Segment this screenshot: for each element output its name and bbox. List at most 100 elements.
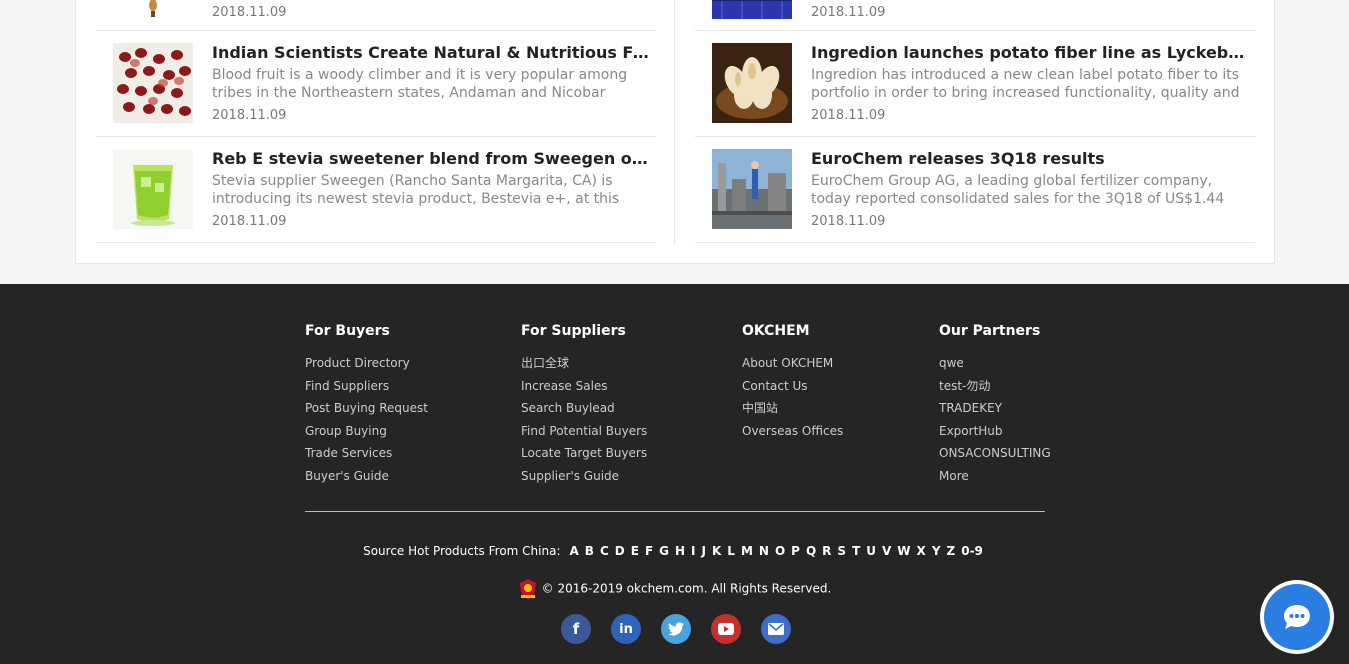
footer-column-suppliers: For Suppliers 出口全球 Increase Sales Search… <box>521 322 647 487</box>
source-products-az: Source Hot Products From China: A B C D E F G H I… <box>0 544 1349 558</box>
footer-link[interactable]: qwe <box>939 352 1051 375</box>
footer-link[interactable]: Find Suppliers <box>305 375 428 398</box>
news-panel: 2018.11.09 Indian Scientists Create Natu… <box>75 0 1275 264</box>
news-description: Ingredion has introduced a new clean lab… <box>811 67 1240 101</box>
news-date: 2018.11.09 <box>811 108 886 123</box>
news-item[interactable]: 2018.11.09 <box>96 0 656 31</box>
footer-link[interactable]: Supplier's Guide <box>521 465 647 488</box>
letter-link[interactable]: O <box>775 544 785 558</box>
footer-link[interactable]: 出口全球 <box>521 352 647 375</box>
letter-link[interactable]: I <box>691 544 695 558</box>
news-item[interactable]: EuroChem releases 3Q18 results EuroChem … <box>695 137 1255 243</box>
news-item[interactable]: Reb E stevia sweetener blend from Sweege… <box>96 137 656 243</box>
news-title[interactable]: Ingredion launches potato fiber line as … <box>811 43 1251 63</box>
footer-column-buyers: For Buyers Product Directory Find Suppli… <box>305 322 428 487</box>
news-date: 2018.11.09 <box>811 5 886 20</box>
letter-link[interactable]: V <box>882 544 891 558</box>
news-date: 2018.11.09 <box>212 214 287 229</box>
footer-link[interactable]: Search Buylead <box>521 397 647 420</box>
news-date: 2018.11.09 <box>212 108 287 123</box>
chat-widget-button[interactable] <box>1260 580 1334 654</box>
footer-heading: For Buyers <box>305 323 390 339</box>
news-date: 2018.11.09 <box>811 214 886 229</box>
footer-heading: For Suppliers <box>521 323 626 339</box>
footer-link[interactable]: Buyer's Guide <box>305 465 428 488</box>
linkedin-icon[interactable]: in <box>611 614 641 644</box>
letter-link[interactable]: S <box>837 544 846 558</box>
news-date: 2018.11.09 <box>212 5 287 20</box>
footer-link[interactable]: TRADEKEY <box>939 397 1051 420</box>
letter-link[interactable]: C <box>600 544 609 558</box>
footer-link[interactable]: test-勿动 <box>939 375 1051 398</box>
letter-link[interactable]: L <box>727 544 735 558</box>
column-divider <box>674 0 675 244</box>
youtube-icon[interactable] <box>711 614 741 644</box>
letter-link[interactable]: U <box>866 544 876 558</box>
footer-column-okchem: OKCHEM About OKCHEM Contact Us 中国站 Overs… <box>742 322 843 442</box>
chat-bubble-icon <box>1264 584 1330 650</box>
footer-link[interactable]: Contact Us <box>742 375 843 398</box>
site-footer: For Buyers Product Directory Find Suppli… <box>0 284 1349 664</box>
news-thumbnail[interactable] <box>712 0 792 19</box>
twitter-icon[interactable] <box>661 614 691 644</box>
letter-link[interactable]: B <box>585 544 594 558</box>
letter-link[interactable]: D <box>615 544 625 558</box>
footer-heading: OKCHEM <box>742 323 810 339</box>
footer-link[interactable]: ONSACONSULTING <box>939 442 1051 465</box>
news-description: Blood fruit is a woody climber and it is… <box>212 67 628 101</box>
footer-link[interactable]: Post Buying Request <box>305 397 428 420</box>
footer-link[interactable]: Find Potential Buyers <box>521 420 647 443</box>
copyright: © 2016-2019 okchem.com. All Rights Reser… <box>0 578 1349 600</box>
footer-link[interactable]: ExportHub <box>939 420 1051 443</box>
letter-link[interactable]: M <box>741 544 753 558</box>
news-column-left: 2018.11.09 Indian Scientists Create Natu… <box>96 0 656 243</box>
letter-link[interactable]: E <box>631 544 639 558</box>
letter-link[interactable]: T <box>852 544 860 558</box>
news-thumbnail[interactable] <box>113 43 193 123</box>
news-description: Stevia supplier Sweegen (Rancho Santa Ma… <box>212 173 620 207</box>
footer-link[interactable]: Product Directory <box>305 352 428 375</box>
police-badge-icon[interactable] <box>518 578 538 600</box>
news-item[interactable]: Ingredion launches potato fiber line as … <box>695 31 1255 137</box>
news-column-right: 2018.11.09 Ingredion launches potato fib… <box>695 0 1255 243</box>
footer-divider <box>305 511 1045 512</box>
letter-link[interactable]: X <box>917 544 926 558</box>
letter-link[interactable]: Y <box>932 544 941 558</box>
news-title[interactable]: EuroChem releases 3Q18 results <box>811 149 1251 169</box>
letter-link[interactable]: R <box>822 544 831 558</box>
letter-link[interactable]: Z <box>947 544 956 558</box>
news-thumbnail[interactable] <box>712 43 792 123</box>
footer-link[interactable]: More <box>939 465 1051 488</box>
news-item[interactable]: Indian Scientists Create Natural & Nutri… <box>96 31 656 137</box>
footer-link[interactable]: Overseas Offices <box>742 420 843 443</box>
letter-link[interactable]: P <box>791 544 800 558</box>
copyright-text: © 2016-2019 okchem.com. All Rights Reser… <box>541 581 832 596</box>
footer-link[interactable]: Locate Target Buyers <box>521 442 647 465</box>
news-item[interactable]: 2018.11.09 <box>695 0 1255 31</box>
facebook-icon[interactable]: f <box>561 614 591 644</box>
letter-link[interactable]: G <box>659 544 669 558</box>
news-title[interactable]: Indian Scientists Create Natural & Nutri… <box>212 43 652 63</box>
letter-index: A B C D E F G H I J K L M N O P Q R S T U V W X Y Z 0-9 <box>567 544 986 558</box>
letter-link[interactable]: H <box>675 544 685 558</box>
news-thumbnail[interactable] <box>113 149 193 229</box>
letter-link[interactable]: F <box>645 544 653 558</box>
footer-link[interactable]: About OKCHEM <box>742 352 843 375</box>
letter-link[interactable]: J <box>702 544 706 558</box>
news-title[interactable]: Reb E stevia sweetener blend from Sweege… <box>212 149 652 169</box>
footer-link[interactable]: Trade Services <box>305 442 428 465</box>
letter-link[interactable]: K <box>712 544 721 558</box>
letter-link[interactable]: N <box>759 544 769 558</box>
letter-link[interactable]: A <box>570 544 579 558</box>
footer-link[interactable]: 中国站 <box>742 397 843 420</box>
news-thumbnail[interactable] <box>712 149 792 229</box>
letter-link[interactable]: W <box>897 544 910 558</box>
news-thumbnail[interactable] <box>113 0 193 19</box>
letter-link[interactable]: Q <box>806 544 816 558</box>
source-products-label: Source Hot Products From China: <box>363 544 561 558</box>
email-icon[interactable] <box>761 614 791 644</box>
footer-link[interactable]: Group Buying <box>305 420 428 443</box>
letter-link[interactable]: 0-9 <box>961 544 983 558</box>
footer-link[interactable]: Increase Sales <box>521 375 647 398</box>
news-description: EuroChem Group AG, a leading global fert… <box>811 173 1225 207</box>
